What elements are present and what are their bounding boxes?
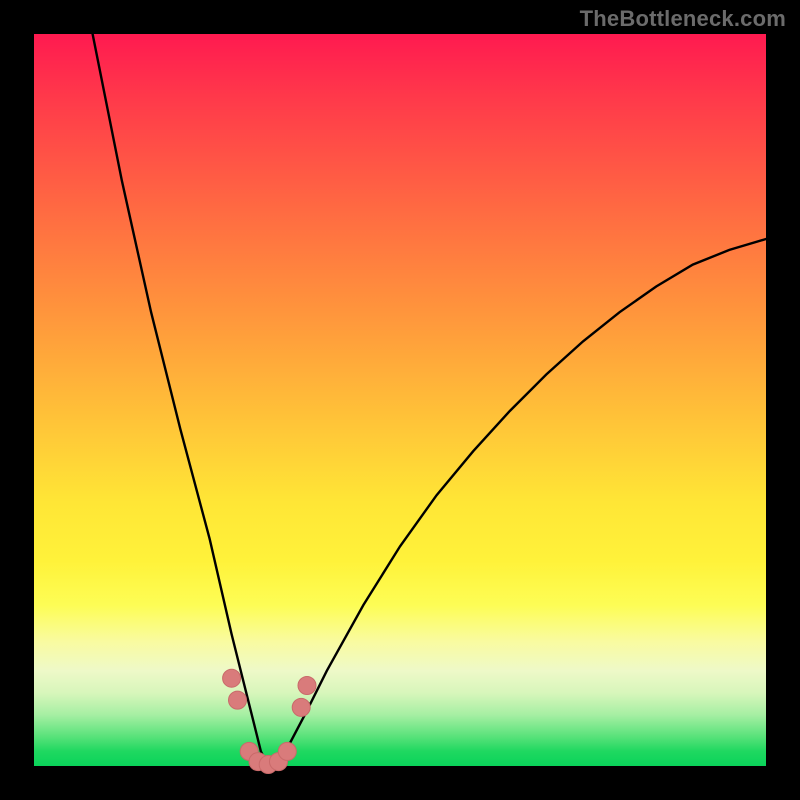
marker-point: [292, 698, 310, 716]
chart-frame: TheBottleneck.com: [0, 0, 800, 800]
plot-area: [34, 34, 766, 766]
marker-point: [229, 691, 247, 709]
bottleneck-curve: [93, 34, 766, 766]
marker-point: [298, 677, 316, 695]
curve-layer: [34, 34, 766, 766]
marker-point: [278, 742, 296, 760]
watermark-text: TheBottleneck.com: [580, 6, 786, 32]
marker-point: [223, 669, 241, 687]
